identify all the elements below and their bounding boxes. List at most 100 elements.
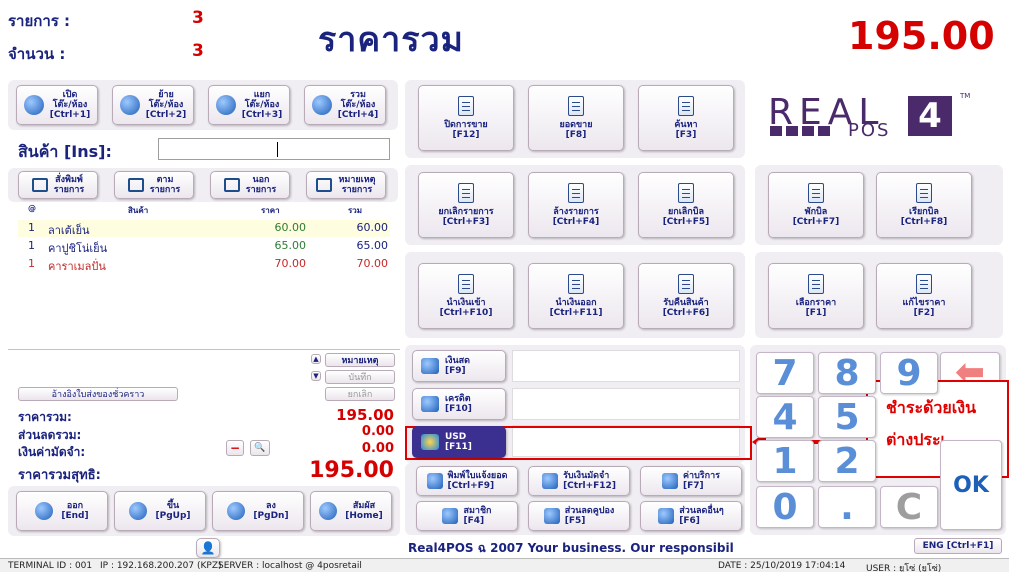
keypad-key-dot[interactable]: . bbox=[818, 486, 876, 528]
doc-icon bbox=[916, 274, 932, 294]
doc-icon bbox=[678, 96, 694, 116]
func-button-r1-2[interactable]: ค้นหา [F3] bbox=[638, 85, 734, 151]
payment-button-1[interactable]: เงินสด [F9] bbox=[412, 350, 506, 382]
power-icon bbox=[35, 502, 54, 520]
payment-button-3[interactable]: USD [F11] bbox=[412, 426, 506, 458]
keypad-key-9[interactable]: 9 bbox=[880, 352, 938, 394]
order-button-label: หมายเหตุ รายการ bbox=[338, 175, 376, 195]
func-button-r1-0[interactable]: ปิดการขาย [F12] bbox=[418, 85, 514, 151]
func-button-r2-0[interactable]: ยกเลิกรายการ [Ctrl+F3] bbox=[418, 172, 514, 238]
nav-button-label: ออก [End] bbox=[61, 501, 89, 521]
bottom-button-icon bbox=[442, 508, 459, 524]
keypad-key-5[interactable]: 5 bbox=[818, 396, 876, 438]
keypad-key-0[interactable]: 0 bbox=[756, 486, 814, 528]
table-button-4[interactable]: รวม โต๊ะ/ห้อง [Ctrl+4] bbox=[304, 85, 386, 125]
table-row[interactable]: 1 ลาเต้เย็น 60.00 60.00 bbox=[18, 220, 390, 237]
table-button-1[interactable]: เปิด โต๊ะ/ห้อง [Ctrl+1] bbox=[16, 85, 98, 125]
payment-label: USD [F11] bbox=[445, 432, 472, 452]
note-button[interactable]: หมายเหตุ bbox=[325, 353, 395, 367]
minus-button[interactable]: − bbox=[226, 440, 244, 456]
table-row[interactable]: 1 คาปูชิโน่เย็น 65.00 65.00 bbox=[18, 238, 390, 255]
func-button-r3-1[interactable]: นำเงินออก [Ctrl+F11] bbox=[528, 263, 624, 329]
touch-icon bbox=[319, 502, 338, 520]
func-button-r1-1[interactable]: ยอดขาย [F8] bbox=[528, 85, 624, 151]
header-price: ราคา bbox=[261, 206, 280, 215]
product-input[interactable] bbox=[158, 138, 390, 160]
grand-total: 195.00 bbox=[848, 14, 995, 58]
server-info: SERVER : localhost @ 4posretail bbox=[218, 561, 362, 571]
row-price: 65.00 bbox=[274, 239, 307, 252]
table-button-3[interactable]: แยก โต๊ะ/ห้อง [Ctrl+3] bbox=[208, 85, 290, 125]
qty-label: จำนวน : bbox=[8, 45, 66, 63]
nav-button-3[interactable]: ลง [PgDn] bbox=[212, 491, 304, 531]
scroll-up-button[interactable]: ▲ bbox=[311, 354, 321, 364]
sum-total-value: 195.00 bbox=[336, 406, 394, 424]
keypad-key-1[interactable]: 1 bbox=[756, 440, 814, 482]
search-icon: 🔍 bbox=[254, 443, 266, 453]
func-button-r3-2[interactable]: รับคืนสินค้า [Ctrl+F6] bbox=[638, 263, 734, 329]
func-button-r2-2[interactable]: ยกเลิกบิล [Ctrl+F5] bbox=[638, 172, 734, 238]
keypad-key-c[interactable]: C bbox=[880, 486, 938, 528]
payment-button-2[interactable]: เครดิต [F10] bbox=[412, 388, 506, 420]
deposit-value: 0.00 bbox=[361, 441, 394, 456]
payment-icon bbox=[421, 434, 439, 450]
bottom-button-5[interactable]: ส่วนลดคูปอง [F5] bbox=[528, 501, 630, 531]
bottom-button-6[interactable]: ส่วนลดอื่นๆ [F6] bbox=[640, 501, 742, 531]
doc-icon bbox=[678, 183, 694, 203]
table-button-2[interactable]: ย้าย โต๊ะ/ห้อง [Ctrl+2] bbox=[112, 85, 194, 125]
order-button-4[interactable]: หมายเหตุ รายการ bbox=[306, 171, 386, 199]
credit-amount-field[interactable] bbox=[512, 388, 740, 420]
bottom-button-label: ค่าบริการ [F7] bbox=[683, 471, 720, 491]
user-button[interactable]: 👤 bbox=[196, 538, 220, 558]
keypad-key-8[interactable]: 8 bbox=[818, 352, 876, 394]
keypad-key-2[interactable]: 2 bbox=[818, 440, 876, 482]
keypad-key-7[interactable]: 7 bbox=[756, 352, 814, 394]
cancel-button[interactable]: ยกเลิก bbox=[325, 387, 395, 401]
deposit-label: เงินค่ามัดจำ: bbox=[18, 445, 86, 459]
row-name: ลาเต้เย็น bbox=[48, 224, 90, 237]
terminal-id: TERMINAL ID : 001 bbox=[8, 561, 93, 571]
bottom-button-1[interactable]: พิมพ์ใบแจ้งยอด [Ctrl+F9] bbox=[416, 466, 518, 496]
scroll-down-button[interactable]: ▼ bbox=[311, 371, 321, 381]
table-open-icon bbox=[23, 95, 44, 115]
func-button-label: ปิดการขาย [F12] bbox=[444, 120, 488, 140]
language-button[interactable]: ENG [Ctrl+F1] bbox=[914, 538, 1002, 554]
cash-amount-field[interactable] bbox=[512, 350, 740, 382]
bottom-button-4[interactable]: สมาชิก [F4] bbox=[416, 501, 518, 531]
table-button-label: ย้าย โต๊ะ/ห้อง [Ctrl+2] bbox=[145, 90, 187, 120]
order-button-1[interactable]: สั่งพิมพ์ รายการ bbox=[18, 171, 98, 199]
order-button-3[interactable]: นอก รายการ bbox=[210, 171, 290, 199]
bottom-button-label: ส่วนลดอื่นๆ [F6] bbox=[679, 506, 724, 526]
table-row[interactable]: 1 คาราเมลปั่น 70.00 70.00 bbox=[18, 256, 390, 273]
func-button-r3-0[interactable]: นำเงินเข้า [Ctrl+F10] bbox=[418, 263, 514, 329]
keypad-key-4[interactable]: 4 bbox=[756, 396, 814, 438]
nav-button-2[interactable]: ขึ้น [PgUp] bbox=[114, 491, 206, 531]
func-button-r3-4[interactable]: แก้ไขราคา [F2] bbox=[876, 263, 972, 329]
func-button-r3-3[interactable]: เลือกราคา [F1] bbox=[768, 263, 864, 329]
bottom-button-3[interactable]: ค่าบริการ [F7] bbox=[640, 466, 742, 496]
doc-icon bbox=[808, 183, 824, 203]
keypad-key-ok[interactable]: OK bbox=[940, 440, 1002, 530]
nav-button-1[interactable]: ออก [End] bbox=[16, 491, 108, 531]
order-button-2[interactable]: ตาม รายการ bbox=[114, 171, 194, 199]
table-move-icon bbox=[119, 95, 140, 115]
order-button-label: สั่งพิมพ์ รายการ bbox=[53, 175, 85, 195]
nav-button-label: สัมผัส [Home] bbox=[345, 501, 383, 521]
search-deposit-button[interactable]: 🔍 bbox=[250, 440, 270, 456]
nav-button-4[interactable]: สัมผัส [Home] bbox=[310, 491, 392, 531]
outside-order-icon bbox=[223, 178, 240, 192]
bottom-button-2[interactable]: รับเงินมัดจำ [Ctrl+F12] bbox=[528, 466, 630, 496]
func-button-label: นำเงินออก [Ctrl+F11] bbox=[549, 298, 603, 318]
func-button-r2-3[interactable]: พักบิล [Ctrl+F7] bbox=[768, 172, 864, 238]
order-button-label: ตาม รายการ bbox=[149, 175, 181, 195]
row-qty: 1 bbox=[28, 257, 35, 270]
text-cursor bbox=[277, 142, 278, 157]
temp-delivery-ref-button[interactable]: อ้างอิงใบส่งของชั่วคราว bbox=[18, 387, 178, 401]
bottom-button-icon bbox=[658, 508, 675, 524]
logo-pos: POS bbox=[848, 120, 891, 141]
save-button[interactable]: บันทึก bbox=[325, 370, 395, 384]
func-button-label: เรียกบิล [Ctrl+F8] bbox=[900, 207, 948, 227]
func-button-r2-4[interactable]: เรียกบิล [Ctrl+F8] bbox=[876, 172, 972, 238]
row-name: คาราเมลปั่น bbox=[48, 260, 106, 273]
func-button-r2-1[interactable]: ล้างรายการ [Ctrl+F4] bbox=[528, 172, 624, 238]
